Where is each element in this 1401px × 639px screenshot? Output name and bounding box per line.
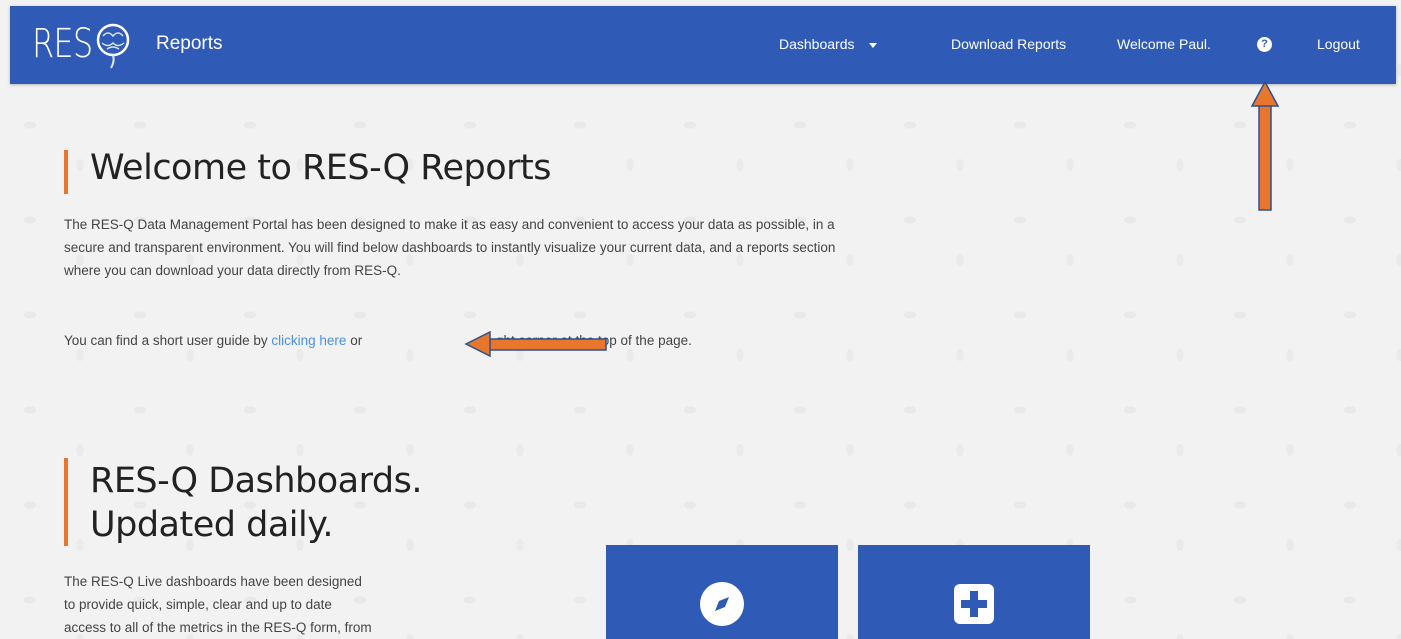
welcome-title: Welcome to RES-Q Reports bbox=[90, 148, 551, 188]
annotation-arrow-up-icon bbox=[1250, 80, 1280, 211]
welcome-paragraph: The RES-Q Data Management Portal has bee… bbox=[64, 217, 836, 278]
annotation-arrow-left-icon bbox=[464, 330, 607, 358]
user-guide-link[interactable]: clicking here bbox=[271, 333, 346, 348]
dashboards-paragraph-line: access to all of the metrics in the RES-… bbox=[64, 620, 372, 635]
compass-icon bbox=[700, 582, 744, 626]
dashboards-title: RES-Q Dashboards. Updated daily. bbox=[90, 459, 422, 547]
dashboards-title-line2: Updated daily. bbox=[90, 505, 334, 545]
dashboards-paragraph-line: to provide quick, simple, clear and up t… bbox=[64, 597, 332, 612]
help-icon[interactable]: ? bbox=[1257, 37, 1272, 52]
dashboards-paragraph-line: The RES-Q Live dashboards have been desi… bbox=[64, 574, 362, 589]
top-navbar: RES Reports Dashboards Download Reports … bbox=[10, 6, 1396, 84]
user-guide-text-or: or bbox=[346, 333, 366, 348]
dashboard-card-compass[interactable] bbox=[606, 545, 838, 639]
brand-reports-title[interactable]: Reports bbox=[156, 33, 223, 55]
brain-q-icon bbox=[97, 23, 130, 69]
caret-down-icon bbox=[868, 42, 877, 48]
page: RES Reports Dashboards Download Reports … bbox=[0, 0, 1401, 639]
user-guide-text-before: You can find a short user guide by bbox=[64, 333, 272, 348]
dashboards-title-accent bbox=[64, 458, 68, 546]
dashboard-card-plus[interactable] bbox=[858, 545, 1090, 639]
logo-text: RES bbox=[32, 21, 93, 67]
res-q-logo[interactable]: RES bbox=[32, 18, 135, 70]
nav-logout[interactable]: Logout bbox=[1317, 36, 1360, 52]
nav-download-reports[interactable]: Download Reports bbox=[951, 36, 1066, 52]
nav-dashboards-label: Dashboards bbox=[779, 36, 855, 52]
plus-icon bbox=[954, 584, 994, 624]
nav-dashboards-dropdown[interactable]: Dashboards bbox=[779, 36, 877, 52]
dashboards-title-line1: RES-Q Dashboards. bbox=[90, 461, 422, 501]
nav-welcome-user[interactable]: Welcome Paul. bbox=[1117, 36, 1211, 52]
dashboards-paragraph: The RES-Q Live dashboards have been desi… bbox=[64, 570, 372, 639]
welcome-title-accent bbox=[64, 150, 68, 194]
